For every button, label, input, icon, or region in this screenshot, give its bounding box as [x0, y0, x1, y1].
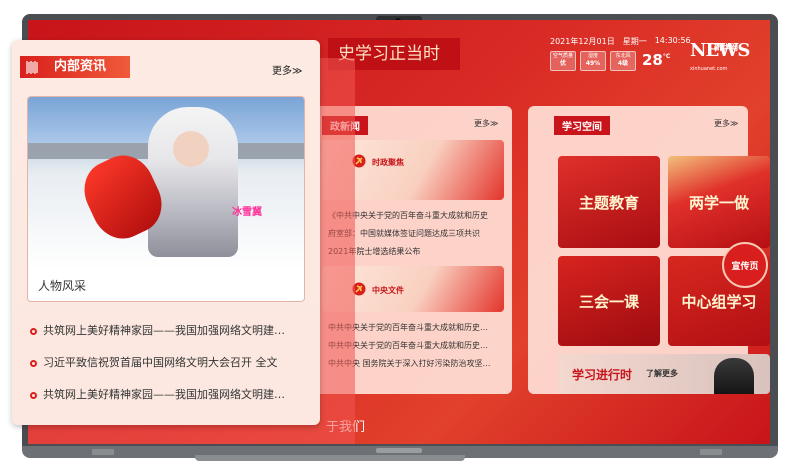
study-more-link[interactable]: 更多≫: [714, 118, 738, 129]
featured-photo: 冰雪冀: [28, 97, 304, 269]
list-item[interactable]: 共筑网上美好精神家园——我国加强网络文明建…: [30, 322, 302, 338]
photo-tag: 冰雪冀: [232, 207, 262, 218]
date-text: 2021年12月01日: [550, 37, 615, 46]
logo-cn: 新华网: [714, 43, 738, 52]
monitor-button: [700, 449, 722, 455]
portrait-image: [714, 358, 754, 394]
featured-photo-card[interactable]: 冰雪冀 人物风采: [27, 96, 305, 302]
person-figure: [148, 107, 238, 257]
temperature: 28°C: [642, 51, 671, 69]
politics-focus-caption: 时政聚焦: [372, 158, 404, 167]
learn-more-link[interactable]: 了解更多: [646, 368, 678, 379]
person-face: [173, 131, 209, 167]
list-item[interactable]: 共筑网上美好精神家园——我国加强网络文明建…: [30, 386, 302, 402]
list-item[interactable]: 习近平致信祝贺首届中国网络文明大会召开 全文: [30, 354, 302, 370]
monitor-logo: [376, 448, 422, 453]
internal-news-title: 内部资讯: [20, 56, 130, 78]
study-space-panel: 学习空间 更多≫ 主题教育 两学一做 三会一课 中心组学习 学习进行时 了解更多: [528, 106, 770, 394]
monitor-button: [92, 449, 114, 455]
photo-caption: 人物风采: [38, 279, 87, 293]
air-quality-badge: 空气质量优: [550, 51, 576, 71]
internal-news-popup: 内部资讯 更多≫ 冰雪冀 人物风采 共筑网上美好精神家园——我国加强网络文明建……: [12, 40, 320, 425]
tile-two-study[interactable]: 两学一做: [668, 156, 770, 248]
logo-sub: xinhuanet.com: [690, 66, 728, 72]
politics-more-link[interactable]: 更多≫: [474, 118, 498, 129]
promo-page-button[interactable]: 宣传页: [722, 242, 768, 288]
tile-three-meetings[interactable]: 三会一课: [558, 256, 660, 346]
flag-icon: [26, 61, 38, 74]
bullet-icon: [30, 327, 37, 335]
bullet-icon: [30, 391, 37, 399]
wind-badge: 东北风 4级: [610, 51, 636, 71]
weekday-text: 星期一: [622, 37, 647, 46]
study-banner[interactable]: 学习进行时 了解更多: [558, 354, 770, 394]
header-info: 2021年12月01日 星期一 14:30:56 空气质量优 湿度 49% 东北风…: [550, 36, 710, 86]
monitor-stand: [195, 455, 465, 461]
tile-theme-education[interactable]: 主题教育: [558, 156, 660, 248]
study-banner-text: 学习进行时: [572, 368, 633, 382]
bullet-icon: [30, 359, 37, 367]
study-space-title: 学习空间: [554, 116, 610, 135]
news-logo: NEWS 新华网 xinhuanet.com: [690, 36, 760, 76]
humidity-badge: 湿度 49%: [580, 51, 606, 71]
time-text: 14:30:56: [654, 36, 691, 45]
central-docs-caption: 中央文件: [372, 286, 404, 295]
internal-news-more-link[interactable]: 更多≫: [272, 62, 302, 77]
